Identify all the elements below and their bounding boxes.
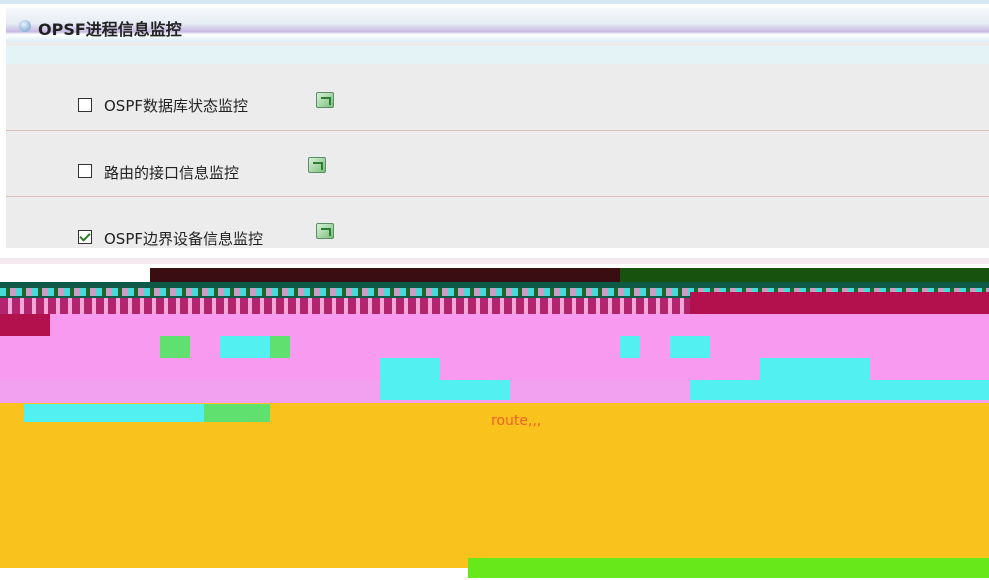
checkbox-ospf-border[interactable] [78, 230, 92, 244]
panel-header: OPSF进程信息监控 [6, 8, 989, 42]
glitch-text: route,,, [491, 413, 542, 429]
checkbox-ospf-db[interactable] [78, 98, 92, 112]
list-item: 路由的接口信息监控 [6, 130, 989, 197]
top-border [0, 0, 989, 4]
item-label: OSPF数据库状态监控 [104, 97, 249, 115]
header-strip [6, 46, 989, 64]
refresh-go-icon[interactable] [316, 92, 334, 108]
panel-title: OPSF进程信息监控 [38, 20, 182, 39]
refresh-go-icon[interactable] [316, 223, 334, 239]
item-label: OSPF边界设备信息监控 [104, 230, 264, 248]
list-item: OSPF边界设备信息监控 [6, 196, 989, 248]
list-item: OSPF数据库状态监控 [6, 64, 989, 131]
globe-icon [19, 20, 31, 32]
item-label: 路由的接口信息监控 [104, 164, 240, 182]
refresh-go-icon[interactable] [308, 157, 326, 173]
checkbox-route-iface[interactable] [78, 164, 92, 178]
